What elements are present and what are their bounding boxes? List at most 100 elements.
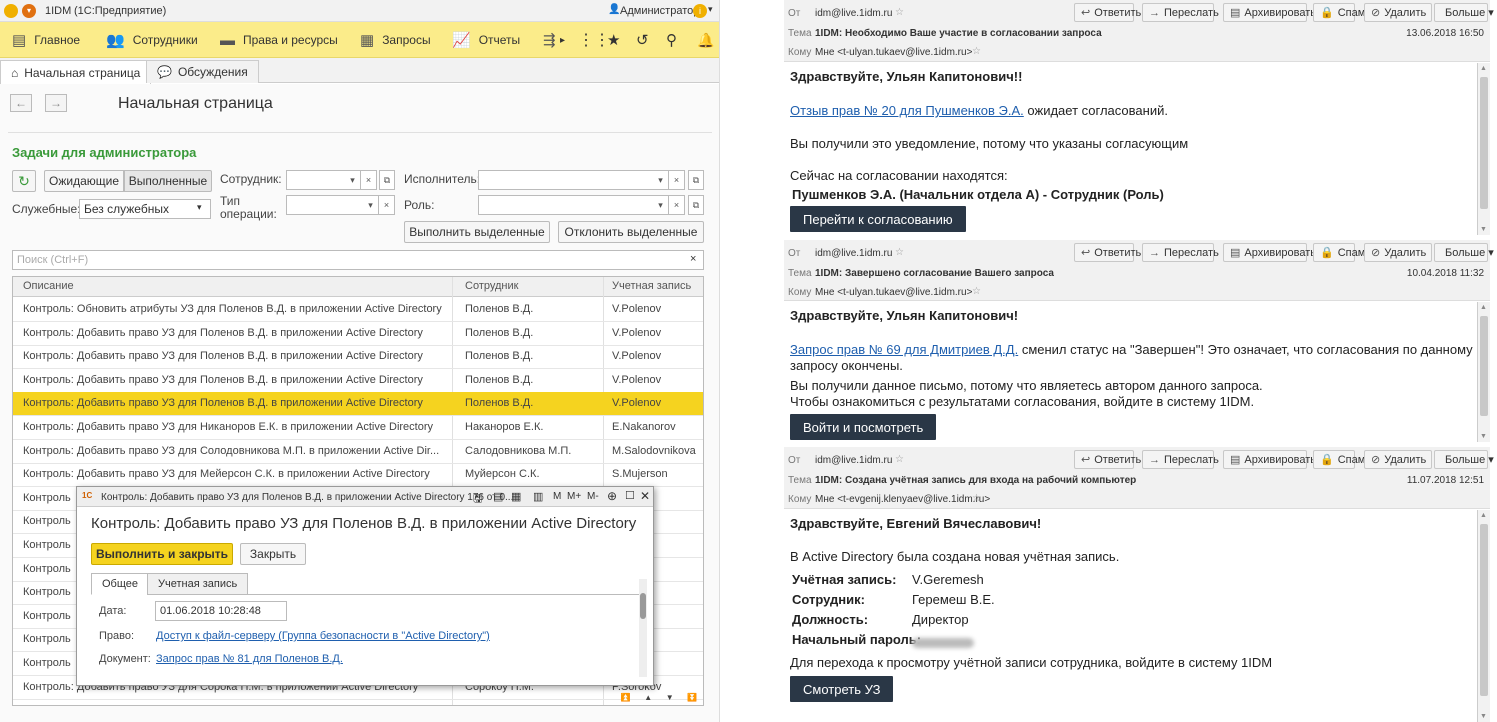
date-field[interactable]: 01.06.2018 10:28:48 bbox=[155, 601, 287, 621]
tab-general[interactable]: Общее bbox=[91, 573, 150, 595]
maximize-icon[interactable]: ☐ bbox=[625, 489, 635, 502]
star-icon[interactable]: ★ bbox=[607, 22, 620, 58]
col-employee[interactable]: Сотрудник bbox=[465, 280, 518, 292]
table-row[interactable]: Контроль: Добавить право УЗ для Солодовн… bbox=[13, 440, 703, 464]
delete-button[interactable]: ⊘ Удалить bbox=[1364, 450, 1432, 469]
table-row[interactable]: Контроль: Добавить право УЗ для Поленов … bbox=[13, 369, 703, 393]
service-dropdown-icon[interactable]: ▾ bbox=[197, 202, 202, 213]
calc-icon[interactable]: ▥ bbox=[533, 490, 543, 503]
calendar-icon[interactable]: ▦ bbox=[511, 490, 521, 503]
search-input[interactable]: Поиск (Ctrl+F) bbox=[12, 250, 704, 270]
spam-button[interactable]: 🔒 Спам bbox=[1313, 3, 1365, 22]
executor-open-icon[interactable]: ⧉ bbox=[688, 170, 704, 190]
table-row[interactable]: Контроль: Добавить право УЗ для Поленов … bbox=[13, 392, 703, 417]
star-icon[interactable]: ☆ bbox=[895, 247, 904, 258]
scroll-down-icon[interactable]: ▼ bbox=[1480, 433, 1487, 440]
view-account-button[interactable]: Смотреть УЗ bbox=[790, 676, 894, 702]
message-scrollbar[interactable]: ▲ ▼ bbox=[1477, 302, 1490, 442]
forward-button[interactable]: → bbox=[45, 94, 67, 112]
table-row[interactable]: Контроль: Добавить право УЗ для Поленов … bbox=[13, 345, 703, 370]
star-icon[interactable]: ☆ bbox=[972, 286, 981, 297]
archive-button[interactable]: ▤ Архивировать bbox=[1223, 3, 1316, 22]
executor-clear-icon[interactable]: × bbox=[669, 170, 685, 190]
col-account[interactable]: Учетная запись bbox=[612, 280, 691, 292]
to-address[interactable]: Мне <t-evgenij.klenyaev@live.1idm.ru> bbox=[815, 494, 990, 505]
more-button[interactable]: Больше ▾ bbox=[1434, 3, 1494, 22]
delete-button[interactable]: ⊘ Удалить bbox=[1364, 243, 1432, 262]
first-page-icon[interactable]: ⏫ bbox=[621, 693, 631, 707]
last-page-icon[interactable]: ⏬ bbox=[687, 693, 697, 707]
table-row[interactable]: Контроль: Добавить право УЗ для Никаноро… bbox=[13, 416, 703, 440]
menu-rights[interactable]: ▬ Права и ресурсы bbox=[220, 22, 338, 58]
archive-button[interactable]: ▤ Архивировать bbox=[1223, 450, 1316, 469]
refresh-button[interactable]: ↻ bbox=[12, 170, 36, 192]
down-icon[interactable]: ▼ bbox=[666, 693, 674, 707]
zoom-icon[interactable]: ⊕ bbox=[607, 489, 617, 503]
execute-selected-button[interactable]: Выполнить выделенные bbox=[404, 221, 550, 243]
apps-grid-icon[interactable]: ⋮⋮ bbox=[578, 22, 610, 58]
chevron-down-icon[interactable]: ▾ bbox=[708, 4, 713, 15]
table-row[interactable]: Контроль: Обновить атрибуты УЗ для Полен… bbox=[13, 298, 703, 322]
optype-dropdown-icon[interactable]: ▾ bbox=[363, 195, 379, 215]
forward-button[interactable]: → Переслать bbox=[1142, 3, 1219, 22]
col-description[interactable]: Описание bbox=[23, 280, 74, 292]
optype-field[interactable] bbox=[286, 195, 364, 215]
from-address[interactable]: idm@live.1idm.ru bbox=[815, 8, 892, 19]
memory-m-button[interactable]: M bbox=[553, 491, 561, 502]
bell-icon[interactable]: 🔔 bbox=[697, 22, 714, 58]
scroll-down-icon[interactable]: ▼ bbox=[1480, 713, 1487, 720]
close-button[interactable]: Закрыть bbox=[240, 543, 306, 565]
request-link[interactable]: Запрос прав № 69 для Дмитриев Д.Д. bbox=[790, 342, 1018, 357]
executor-field[interactable] bbox=[478, 170, 654, 190]
menu-dropdown-icon[interactable]: ▾ bbox=[22, 4, 36, 18]
info-icon[interactable]: i bbox=[693, 4, 707, 18]
star-icon[interactable]: ☆ bbox=[972, 493, 981, 504]
menu-reports[interactable]: 📈 Отчеты bbox=[452, 22, 520, 58]
scroll-down-icon[interactable]: ▼ bbox=[1480, 226, 1487, 233]
history-icon[interactable]: ↺ bbox=[636, 22, 649, 58]
scroll-thumb[interactable] bbox=[1480, 77, 1488, 209]
user-name[interactable]: Администратор bbox=[620, 5, 699, 17]
message-scrollbar[interactable]: ▲ ▼ bbox=[1477, 510, 1490, 722]
menu-requests[interactable]: ▦ Запросы bbox=[360, 22, 431, 58]
message-scrollbar[interactable]: ▲ ▼ bbox=[1477, 63, 1490, 235]
reply-button[interactable]: ↩ Ответить bbox=[1074, 3, 1141, 22]
forward-button[interactable]: → Переслать bbox=[1142, 450, 1219, 469]
tab-discussions[interactable]: 💬 Обсуждения bbox=[146, 60, 259, 83]
login-view-button[interactable]: Войти и посмотреть bbox=[790, 414, 937, 440]
table-row[interactable]: Контроль: Добавить право УЗ для Поленов … bbox=[13, 322, 703, 346]
scroll-up-icon[interactable]: ▲ bbox=[1480, 304, 1487, 311]
from-address[interactable]: idm@live.1idm.ru bbox=[815, 248, 892, 259]
forward-button[interactable]: → Переслать bbox=[1142, 243, 1219, 262]
search-icon[interactable]: ⚲ bbox=[666, 22, 677, 58]
filter-waiting-button[interactable]: Ожидающие bbox=[44, 170, 124, 192]
reply-button[interactable]: ↩ Ответить bbox=[1074, 450, 1141, 469]
filter-done-button[interactable]: Выполненные bbox=[124, 170, 212, 192]
employee-dropdown-icon[interactable]: ▾ bbox=[345, 170, 361, 190]
document-link[interactable]: Запрос прав № 81 для Поленов В.Д. bbox=[156, 653, 343, 665]
delete-button[interactable]: ⊘ Удалить bbox=[1364, 3, 1432, 22]
role-open-icon[interactable]: ⧉ bbox=[688, 195, 704, 215]
spam-button[interactable]: 🔒 Спам bbox=[1313, 243, 1365, 262]
from-address[interactable]: idm@live.1idm.ru bbox=[815, 455, 892, 466]
search-clear-icon[interactable]: × bbox=[690, 253, 696, 265]
reject-selected-button[interactable]: Отклонить выделенные bbox=[558, 221, 704, 243]
go-to-approval-button[interactable]: Перейти к согласованию bbox=[790, 206, 966, 232]
table-row[interactable]: Контроль: Добавить право УЗ для Мейерсон… bbox=[13, 463, 703, 488]
more-button[interactable]: Больше ▾ bbox=[1434, 450, 1494, 469]
employee-open-icon[interactable]: ⧉ bbox=[379, 170, 395, 190]
back-button[interactable]: ← bbox=[10, 94, 32, 112]
star-icon[interactable]: ☆ bbox=[895, 454, 904, 465]
popup-scrollbar[interactable] bbox=[639, 579, 647, 677]
menu-main[interactable]: ▤ Главное bbox=[12, 22, 80, 58]
role-dropdown-icon[interactable]: ▾ bbox=[653, 195, 669, 215]
attach-icon[interactable]: 🖫 bbox=[473, 490, 482, 509]
to-address[interactable]: Мне <t-ulyan.tukaev@live.1idm.ru> bbox=[815, 287, 972, 298]
execute-close-button[interactable]: Выполнить и закрыть bbox=[91, 543, 233, 565]
spam-button[interactable]: 🔒 Спам bbox=[1313, 450, 1365, 469]
scroll-right-icon[interactable]: ▸ bbox=[560, 22, 565, 58]
memory-mplus-button[interactable]: M+ bbox=[567, 491, 581, 502]
memory-mminus-button[interactable]: M- bbox=[587, 491, 599, 502]
star-icon[interactable]: ☆ bbox=[895, 7, 904, 18]
up-icon[interactable]: ▲ bbox=[644, 693, 652, 707]
